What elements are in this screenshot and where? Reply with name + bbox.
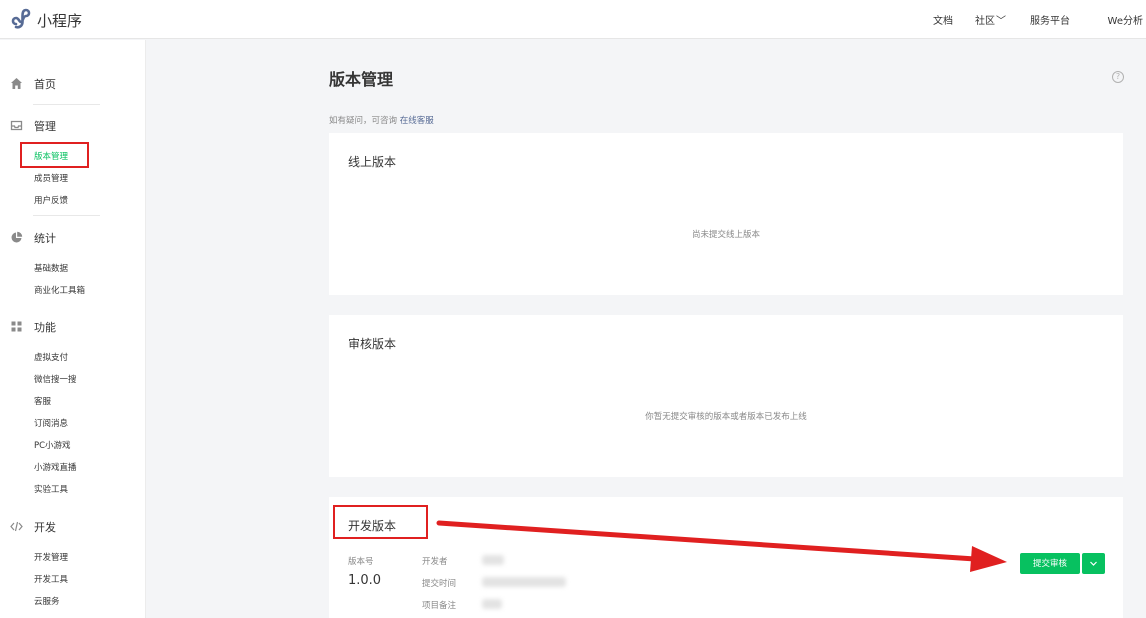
card-title: 审核版本 — [348, 337, 397, 351]
online-version-card: 线上版本 尚未提交线上版本 — [329, 133, 1123, 295]
sidebar-item-subscription-messages[interactable]: 订阅消息 — [34, 417, 68, 429]
sidebar-item-pc-minigame[interactable]: PC小游戏 — [34, 439, 71, 451]
sidebar-item-dev-management[interactable]: 开发管理 — [34, 551, 68, 563]
project-remark-label: 项目备注 — [422, 601, 457, 611]
version-label: 版本号 — [348, 557, 374, 567]
card-title: 线上版本 — [348, 155, 397, 169]
review-version-card: 审核版本 你暂无提交审核的版本或者版本已发布上线 — [329, 315, 1123, 477]
sidebar-section-label: 管理 — [34, 120, 56, 133]
page-title: 版本管理 — [329, 70, 394, 89]
sidebar-divider — [33, 215, 100, 216]
sidebar-item-user-feedback[interactable]: 用户反馈 — [34, 194, 68, 206]
miniprogram-logo-icon[interactable] — [10, 8, 32, 30]
sidebar-item-home[interactable]: 首页 — [0, 73, 146, 95]
nav-service-platform[interactable]: 服务平台 — [1030, 12, 1070, 27]
sidebar-item-customer-service[interactable]: 客服 — [34, 395, 51, 407]
submit-time-label: 提交时间 — [422, 579, 457, 589]
sidebar-section-label: 开发 — [34, 521, 56, 534]
empty-state-text: 你暂无提交审核的版本或者版本已发布上线 — [645, 412, 807, 422]
version-number: 1.0.0 — [348, 573, 382, 588]
sidebar-item-label: 首页 — [34, 78, 56, 91]
sidebar-item-dev-tools[interactable]: 开发工具 — [34, 573, 68, 585]
submit-options-dropdown[interactable] — [1082, 553, 1105, 574]
help-tip-text: 如有疑问，可咨询 — [329, 116, 398, 126]
nav-community[interactable]: 社区﹀ — [975, 12, 1006, 27]
sidebar-section-manage[interactable]: 管理 — [0, 115, 146, 137]
blurred-submit-time — [482, 577, 566, 587]
chevron-down-icon: ﹀ — [996, 16, 1006, 27]
code-icon — [10, 521, 23, 532]
app-name: 小程序 — [37, 12, 83, 30]
empty-state-text: 尚未提交线上版本 — [691, 230, 760, 240]
sidebar-item-wechat-search[interactable]: 微信搜一搜 — [34, 373, 77, 385]
sidebar-item-member-management[interactable]: 成员管理 — [34, 172, 68, 184]
chevron-down-icon — [1090, 561, 1097, 566]
submit-review-button[interactable]: 提交审核 — [1020, 553, 1080, 574]
online-support-link[interactable]: 在线客服 — [400, 116, 434, 126]
grid-icon — [11, 321, 22, 332]
sidebar-section-features[interactable]: 功能 — [0, 316, 146, 338]
highlight-box — [20, 142, 89, 168]
sidebar-section-dev[interactable]: 开发 — [0, 516, 146, 538]
help-icon[interactable]: ? — [1112, 71, 1124, 83]
sidebar-item-virtual-payment[interactable]: 虚拟支付 — [34, 351, 68, 363]
nav-docs[interactable]: 文档 — [933, 12, 953, 27]
sidebar-section-stats[interactable]: 统计 — [0, 227, 146, 249]
help-tip: 如有疑问，可咨询 在线客服 — [329, 114, 434, 126]
sidebar: 首页 管理 版本管理 成员管理 用户反馈 统计 基础数据 商业化工具箱 功能 虚… — [0, 40, 146, 618]
nav-community-label: 社区 — [975, 16, 995, 27]
developer-label: 开发者 — [422, 557, 448, 567]
sidebar-item-cloud-service[interactable]: 云服务 — [34, 595, 60, 607]
home-icon — [11, 78, 22, 89]
sidebar-divider — [33, 104, 100, 105]
top-bar: 小程序 文档 社区﹀ 服务平台 We分析 — [0, 0, 1146, 39]
dev-version-card: 开发版本 版本号 1.0.0 开发者 提交时间 项目备注 提交审核 — [329, 497, 1123, 618]
sidebar-section-label: 统计 — [34, 232, 56, 245]
blurred-remark — [482, 599, 502, 609]
highlight-box — [333, 505, 428, 539]
sidebar-section-label: 功能 — [34, 321, 56, 334]
sidebar-item-basic-data[interactable]: 基础数据 — [34, 262, 68, 274]
pie-chart-icon — [11, 231, 23, 243]
inbox-icon — [10, 120, 23, 131]
blurred-developer — [482, 555, 504, 565]
sidebar-item-monetization-toolbox[interactable]: 商业化工具箱 — [34, 284, 85, 296]
nav-we-analysis[interactable]: We分析 — [1108, 12, 1143, 27]
sidebar-item-experiment-tools[interactable]: 实验工具 — [34, 483, 68, 495]
sidebar-item-minigame-live[interactable]: 小游戏直播 — [34, 461, 77, 473]
